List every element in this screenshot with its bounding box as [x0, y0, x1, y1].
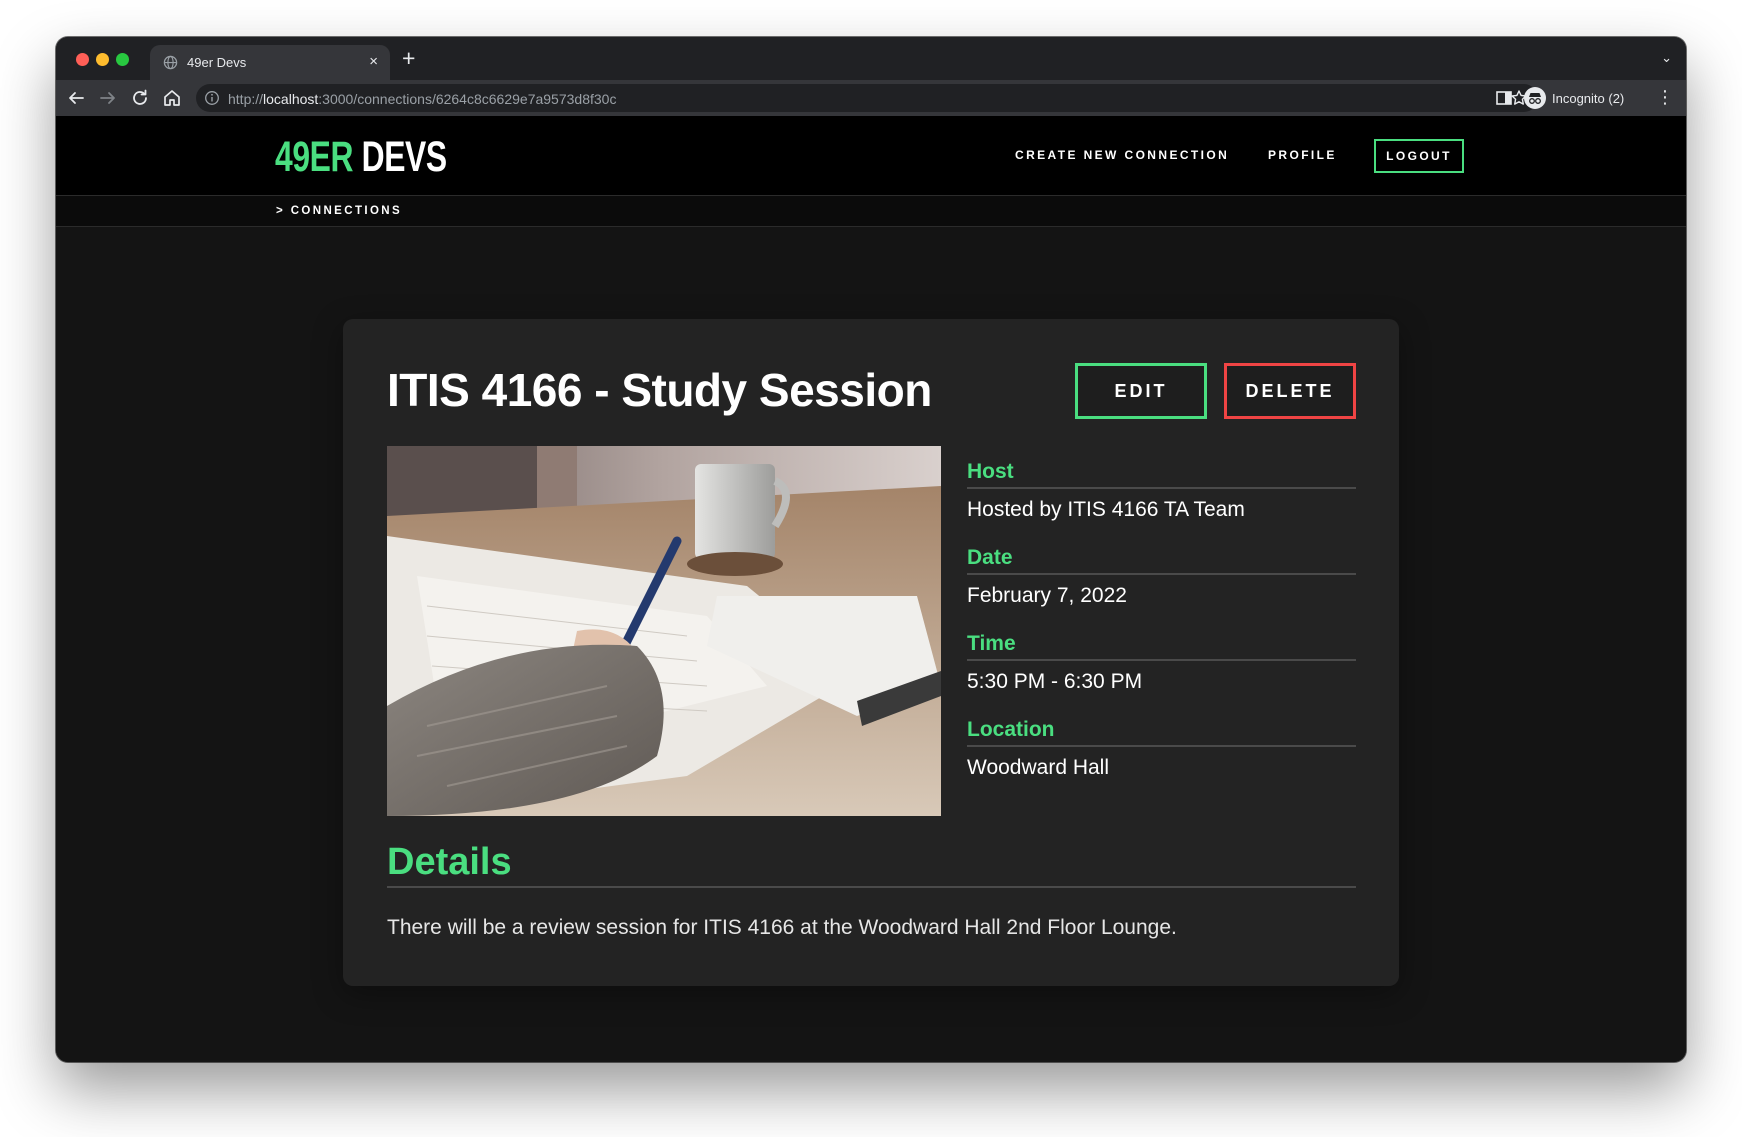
- web-page: 49ER DEVS CREATE NEW CONNECTION PROFILE …: [56, 116, 1686, 1062]
- url-scheme: http://: [228, 91, 264, 107]
- reload-button[interactable]: [128, 86, 152, 110]
- date-section: Date February 7, 2022: [967, 546, 1356, 608]
- breadcrumb-connections-link[interactable]: > CONNECTIONS: [276, 205, 402, 217]
- details-text: There will be a review session for ITIS …: [387, 916, 1177, 939]
- forward-button[interactable]: [96, 86, 120, 110]
- time-value: 5:30 PM - 6:30 PM: [967, 670, 1143, 693]
- connection-card: ITIS 4166 - Study Session EDIT DELETE Ho…: [343, 319, 1399, 986]
- back-arrow-icon: [69, 92, 84, 104]
- globe-icon: [163, 55, 178, 70]
- home-icon: [164, 90, 180, 106]
- site-logo[interactable]: 49ER DEVS: [275, 133, 447, 183]
- tab-search-chevron-icon[interactable]: ⌄: [1661, 50, 1672, 66]
- logo-accent-text: 49ER: [275, 133, 354, 181]
- time-section: Time 5:30 PM - 6:30 PM: [967, 632, 1356, 694]
- edit-button[interactable]: EDIT: [1075, 363, 1207, 419]
- url-path: :3000/connections/6264c8c6629e7a9573d8f3…: [318, 91, 617, 107]
- location-label: Location: [967, 718, 1356, 747]
- reload-icon: [133, 89, 147, 105]
- delete-button[interactable]: DELETE: [1224, 363, 1356, 419]
- incognito-label: Incognito (2): [1552, 91, 1625, 106]
- close-window-button[interactable]: [76, 53, 89, 66]
- host-section: Host Hosted by ITIS 4166 TA Team: [967, 460, 1356, 522]
- host-value: Hosted by ITIS 4166 TA Team: [967, 498, 1245, 521]
- profile-link[interactable]: PROFILE: [1268, 148, 1337, 162]
- address-bar[interactable]: http://localhost:3000/connections/6264c8…: [196, 84, 1538, 112]
- tab-close-icon[interactable]: ×: [369, 54, 378, 70]
- incognito-icon: [1524, 87, 1546, 109]
- tab-title: 49er Devs: [187, 55, 247, 70]
- page-title: ITIS 4166 - Study Session: [387, 364, 932, 416]
- browser-tab[interactable]: 49er Devs ×: [150, 45, 390, 80]
- tab-strip: 49er Devs × + ⌄: [56, 37, 1686, 80]
- create-connection-link[interactable]: CREATE NEW CONNECTION: [1015, 148, 1229, 162]
- date-label: Date: [967, 546, 1356, 575]
- home-button[interactable]: [160, 86, 184, 110]
- new-tab-button[interactable]: +: [402, 45, 415, 71]
- url-text: http://localhost:3000/connections/6264c8…: [228, 91, 616, 107]
- back-button[interactable]: [64, 86, 88, 110]
- location-value: Woodward Hall: [967, 756, 1110, 779]
- date-value: February 7, 2022: [967, 584, 1127, 607]
- logout-button[interactable]: LOGOUT: [1374, 139, 1464, 173]
- site-info-icon[interactable]: [204, 90, 220, 106]
- host-label: Host: [967, 460, 1356, 489]
- site-navbar: 49ER DEVS CREATE NEW CONNECTION PROFILE …: [56, 116, 1686, 196]
- side-panel-icon[interactable]: [1495, 89, 1513, 107]
- minimize-window-button[interactable]: [96, 53, 109, 66]
- breadcrumb-bar: > CONNECTIONS: [56, 196, 1686, 227]
- maximize-window-button[interactable]: [116, 53, 129, 66]
- browser-toolbar: http://localhost:3000/connections/6264c8…: [56, 80, 1686, 116]
- logo-main-text: DEVS: [353, 133, 448, 181]
- browser-menu-icon[interactable]: ⋮: [1656, 86, 1674, 108]
- forward-arrow-icon: [100, 92, 115, 104]
- browser-window: 49er Devs × + ⌄ http://localhost:3000/co…: [56, 37, 1686, 1062]
- url-host: localhost: [263, 91, 319, 107]
- details-heading: Details: [387, 841, 1356, 888]
- incognito-profile-button[interactable]: Incognito (2): [1522, 84, 1642, 112]
- location-section: Location Woodward Hall: [967, 718, 1356, 780]
- time-label: Time: [967, 632, 1356, 661]
- connection-image: [387, 446, 941, 816]
